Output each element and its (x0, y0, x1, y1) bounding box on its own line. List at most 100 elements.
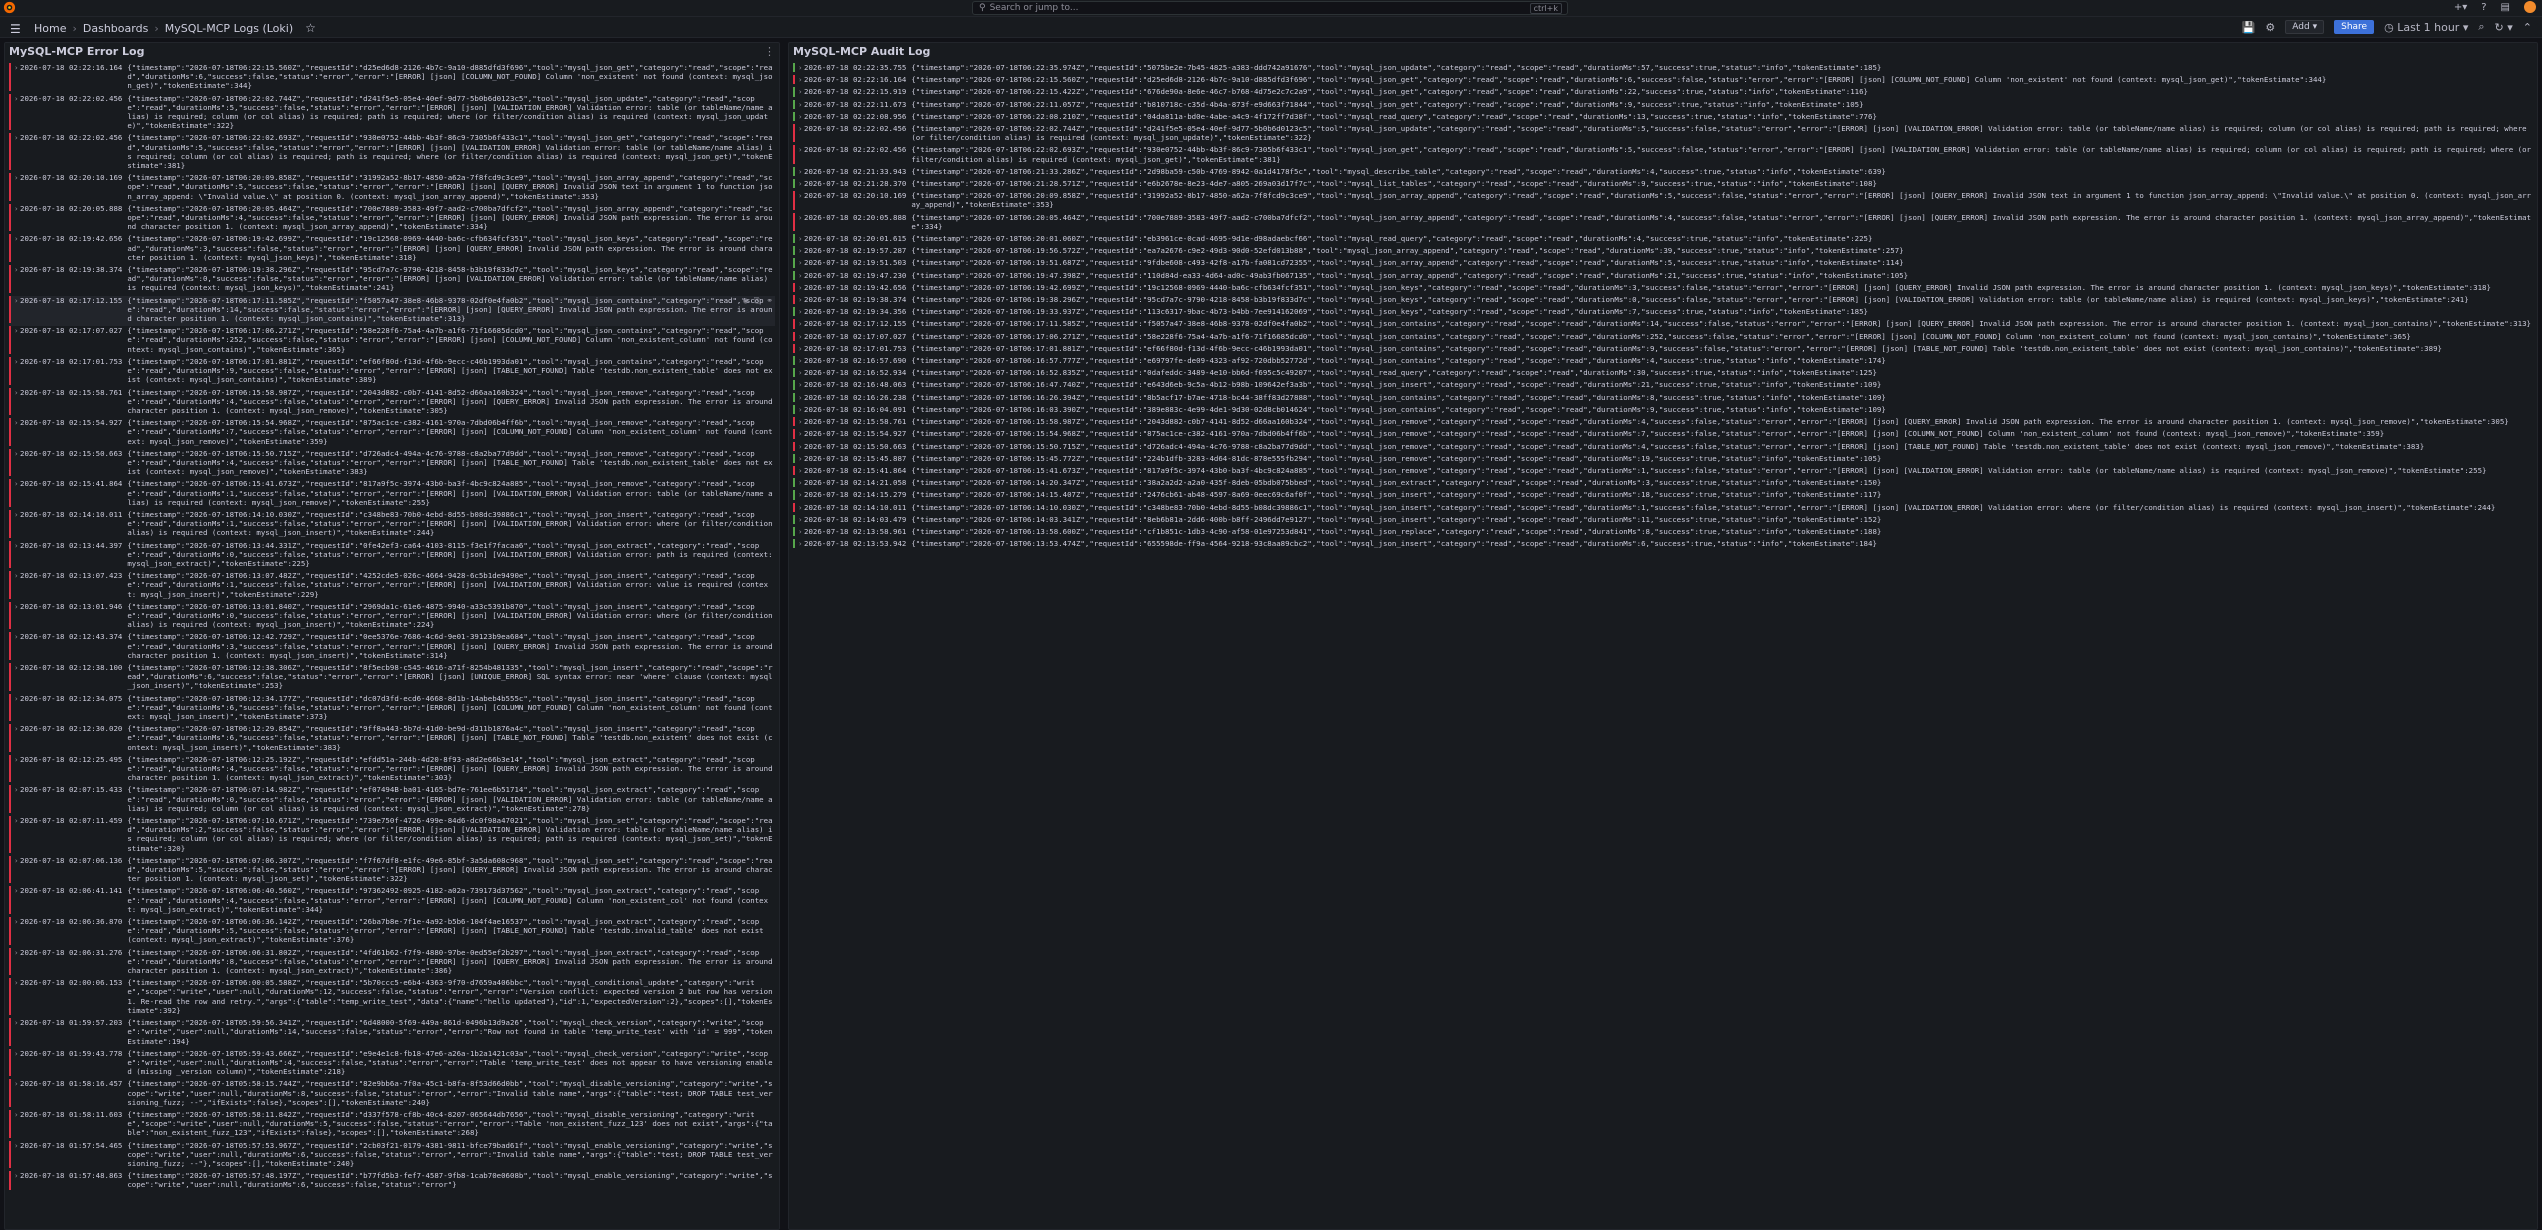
log-row[interactable]: › 2026-07-18 02:17:01.753 {"timestamp":"20… (9, 356, 775, 388)
chevron-right-icon[interactable]: › (795, 417, 804, 426)
log-row[interactable]: › 2026-07-18 02:15:54.927 {"timestamp":"20… (793, 429, 2533, 441)
log-row[interactable]: › 2026-07-18 02:20:10.169 {"timestamp":"20… (793, 191, 2533, 212)
chevron-right-icon[interactable]: › (795, 466, 804, 475)
news-icon[interactable]: ▤ (2501, 2, 2510, 13)
chevron-right-icon[interactable]: › (11, 816, 20, 853)
chevron-up-icon[interactable]: ⌃ (2523, 21, 2532, 34)
chevron-right-icon[interactable]: › (795, 75, 804, 84)
chevron-right-icon[interactable]: › (795, 454, 804, 463)
log-row[interactable]: › 2026-07-18 02:13:53.942 {"timestamp":"20… (793, 539, 2533, 551)
chevron-right-icon[interactable]: › (11, 856, 20, 884)
log-row[interactable]: › 2026-07-18 02:13:58.961 {"timestamp":"20… (793, 526, 2533, 539)
log-row[interactable]: › 2026-07-18 02:19:34.356 {"timestamp":"20… (793, 307, 2533, 319)
chevron-right-icon[interactable]: › (795, 283, 804, 292)
chevron-right-icon[interactable]: › (795, 319, 804, 328)
log-row[interactable]: › 2026-07-18 02:22:16.164 {"timestamp":"20… (793, 75, 2533, 87)
chevron-right-icon[interactable]: › (11, 265, 20, 293)
log-row[interactable]: › 2026-07-18 02:17:07.027 {"timestamp":"20… (9, 326, 775, 357)
chevron-right-icon[interactable]: › (795, 258, 804, 267)
chevron-right-icon[interactable]: › (795, 100, 804, 109)
log-row[interactable]: › 2026-07-18 02:21:33.943 {"timestamp":"20… (793, 166, 2533, 179)
log-row[interactable]: › 2026-07-18 02:19:47.230 {"timestamp":"20… (793, 270, 2533, 283)
chevron-right-icon[interactable]: › (795, 124, 804, 142)
chevron-right-icon[interactable]: › (11, 1171, 20, 1189)
log-row[interactable]: › 2026-07-18 02:06:31.276 {"timestamp":"20… (9, 947, 775, 979)
log-row[interactable]: › 2026-07-18 02:19:38.374 {"timestamp":"20… (9, 265, 775, 296)
copy-icon[interactable]: ⎘ (754, 296, 760, 305)
chevron-right-icon[interactable]: › (11, 173, 20, 201)
chevron-right-icon[interactable]: › (11, 886, 20, 914)
chevron-right-icon[interactable]: › (11, 632, 20, 660)
chevron-right-icon[interactable]: › (11, 541, 20, 569)
chevron-right-icon[interactable]: › (795, 515, 804, 524)
log-row[interactable]: › 2026-07-18 02:20:01.615 {"timestamp":"20… (793, 234, 2533, 246)
log-row[interactable]: › 2026-07-18 02:17:01.753 {"timestamp":"20… (793, 343, 2533, 356)
search-input[interactable]: ⚲ Search or jump to... ctrl+k (972, 1, 1568, 15)
log-row[interactable]: › 2026-07-18 01:59:43.778 {"timestamp":"20… (9, 1048, 775, 1080)
log-row[interactable]: › 2026-07-18 02:17:12.155 {"timestamp":"20… (9, 295, 775, 327)
chevron-right-icon[interactable]: › (11, 1110, 20, 1138)
log-row[interactable]: › 2026-07-18 02:15:45.887 {"timestamp":"20… (793, 453, 2533, 466)
log-row[interactable]: › 2026-07-18 02:14:10.011 {"timestamp":"20… (9, 509, 775, 541)
add-button[interactable]: Add ▾ (2285, 20, 2325, 34)
chevron-right-icon[interactable]: › (11, 571, 20, 599)
log-row[interactable]: › 2026-07-18 01:59:57.203 {"timestamp":"20… (9, 1018, 775, 1049)
chevron-right-icon[interactable]: › (795, 332, 804, 341)
log-row[interactable]: › 2026-07-18 02:16:57.690 {"timestamp":"20… (793, 356, 2533, 368)
chevron-right-icon[interactable]: › (11, 357, 20, 385)
chevron-right-icon[interactable]: › (795, 393, 804, 402)
chevron-right-icon[interactable]: › (11, 326, 20, 354)
log-row[interactable]: › 2026-07-18 02:19:42.656 {"timestamp":"20… (9, 234, 775, 265)
log-row[interactable]: › 2026-07-18 02:17:12.155 {"timestamp":"20… (793, 319, 2533, 331)
chevron-right-icon[interactable]: › (11, 948, 20, 976)
star-icon[interactable]: ☆ (305, 21, 316, 35)
chevron-right-icon[interactable]: › (795, 246, 804, 255)
chevron-right-icon[interactable]: › (11, 1018, 20, 1046)
log-row[interactable]: › 2026-07-18 01:57:54.465 {"timestamp":"20… (9, 1140, 775, 1172)
log-row[interactable]: › 2026-07-18 01:58:11.603 {"timestamp":"20… (9, 1109, 775, 1141)
chevron-right-icon[interactable]: › (795, 63, 804, 72)
chevron-right-icon[interactable]: › (11, 785, 20, 813)
chevron-right-icon[interactable]: › (795, 112, 804, 121)
chevron-right-icon[interactable]: › (11, 388, 20, 416)
chevron-right-icon[interactable]: › (11, 978, 20, 1015)
breadcrumb-dashboards[interactable]: Dashboards (83, 22, 148, 35)
eye-icon[interactable]: ◉ (743, 296, 748, 305)
log-row[interactable]: › 2026-07-18 01:57:48.863 {"timestamp":"20… (9, 1171, 775, 1192)
log-row[interactable]: › 2026-07-18 02:15:54.927 {"timestamp":"20… (9, 418, 775, 449)
menu-icon[interactable]: ☰ (10, 22, 21, 36)
log-row[interactable]: › 2026-07-18 02:17:07.027 {"timestamp":"20… (793, 331, 2533, 344)
log-row[interactable]: › 2026-07-18 02:12:38.100 {"timestamp":"20… (9, 662, 775, 694)
chevron-right-icon[interactable]: › (11, 234, 20, 262)
log-row[interactable]: › 2026-07-18 02:00:06.153 {"timestamp":"20… (9, 978, 775, 1018)
log-row[interactable]: › 2026-07-18 02:13:44.397 {"timestamp":"20… (9, 540, 775, 572)
chevron-right-icon[interactable]: › (11, 694, 20, 722)
grafana-logo-icon[interactable] (3, 1, 16, 14)
chevron-right-icon[interactable]: › (795, 368, 804, 377)
chevron-right-icon[interactable]: › (11, 204, 20, 232)
log-row[interactable]: › 2026-07-18 02:14:15.279 {"timestamp":"20… (793, 490, 2533, 502)
chevron-right-icon[interactable]: › (11, 296, 20, 324)
help-icon[interactable]: ? (2481, 2, 2486, 13)
log-row[interactable]: › 2026-07-18 02:20:10.169 {"timestamp":"20… (9, 173, 775, 204)
breadcrumb-home[interactable]: Home (34, 22, 66, 35)
chevron-right-icon[interactable]: › (11, 602, 20, 630)
log-row[interactable]: › 2026-07-18 02:14:03.479 {"timestamp":"20… (793, 514, 2533, 527)
chevron-right-icon[interactable]: › (795, 167, 804, 176)
log-row[interactable]: › 2026-07-18 02:06:36.870 {"timestamp":"20… (9, 917, 775, 948)
log-row[interactable]: › 2026-07-18 02:15:41.864 {"timestamp":"20… (793, 465, 2533, 478)
chevron-right-icon[interactable]: › (795, 191, 804, 209)
chevron-right-icon[interactable]: › (795, 145, 804, 163)
chevron-right-icon[interactable]: › (795, 344, 804, 353)
avatar[interactable] (2524, 1, 2536, 13)
chevron-right-icon[interactable]: › (11, 479, 20, 507)
chevron-right-icon[interactable]: › (11, 94, 20, 131)
log-row[interactable]: › 2026-07-18 02:16:52.934 {"timestamp":"20… (793, 368, 2533, 380)
chevron-right-icon[interactable]: › (11, 510, 20, 538)
log-row[interactable]: › 2026-07-18 02:15:50.663 {"timestamp":"20… (9, 448, 775, 480)
log-row[interactable]: › 2026-07-18 02:22:02.456 {"timestamp":"20… (793, 145, 2533, 166)
chevron-right-icon[interactable]: › (11, 1049, 20, 1077)
log-row[interactable]: › 2026-07-18 02:07:11.459 {"timestamp":"20… (9, 816, 775, 856)
log-row[interactable]: › 2026-07-18 02:20:05.888 {"timestamp":"20… (9, 203, 775, 235)
chevron-right-icon[interactable]: › (795, 405, 804, 414)
